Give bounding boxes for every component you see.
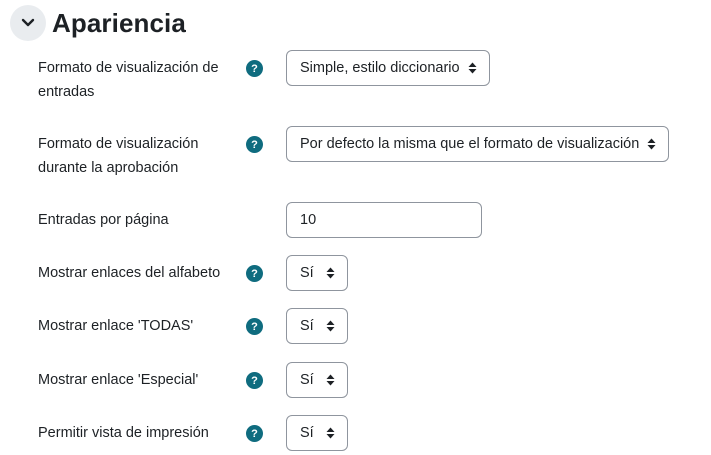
approval-format-select[interactable]: Por defecto la misma que el formato de v… — [286, 126, 669, 162]
approval-format-label-line2: durante la aprobación — [38, 160, 179, 176]
sort-arrows-icon — [326, 320, 335, 332]
help-icon-glyph: ? — [251, 138, 258, 151]
sort-arrows-icon — [326, 267, 335, 279]
special-link-value: Sí — [300, 372, 314, 388]
help-icon[interactable]: ? — [246, 425, 263, 442]
section-header: Apariencia — [10, 4, 186, 42]
special-link-label: Mostrar enlace 'Especial' — [38, 372, 199, 388]
sort-arrows-icon — [468, 62, 477, 74]
help-icon[interactable]: ? — [246, 60, 263, 77]
all-link-select[interactable]: Sí — [286, 308, 348, 344]
all-link-label: Mostrar enlace 'TODAS' — [38, 318, 194, 334]
display-format-select[interactable]: Simple, estilo diccionario — [286, 50, 490, 86]
help-icon[interactable]: ? — [246, 136, 263, 153]
alphabet-links-label: Mostrar enlaces del alfabeto — [38, 265, 221, 281]
chevron-down-icon — [21, 18, 35, 27]
display-format-label-line1: Formato de visualización de — [38, 60, 219, 76]
help-icon[interactable]: ? — [246, 265, 263, 282]
entries-per-page-value: 10 — [300, 212, 317, 228]
alphabet-links-select[interactable]: Sí — [286, 255, 348, 291]
help-icon-glyph: ? — [251, 62, 258, 75]
help-icon-glyph: ? — [251, 267, 258, 280]
help-icon[interactable]: ? — [246, 318, 263, 335]
print-view-select[interactable]: Sí — [286, 415, 348, 451]
entries-per-page-label: Entradas por página — [38, 212, 169, 228]
collapse-toggle[interactable] — [10, 5, 46, 41]
sort-arrows-icon — [326, 427, 335, 439]
approval-format-label-line1: Formato de visualización — [38, 136, 199, 152]
sort-arrows-icon — [647, 138, 656, 150]
all-link-value: Sí — [300, 318, 314, 334]
display-format-label-line2: entradas — [38, 84, 95, 100]
special-link-select[interactable]: Sí — [286, 362, 348, 398]
help-icon-glyph: ? — [251, 320, 258, 333]
display-format-value: Simple, estilo diccionario — [300, 60, 460, 76]
display-format-label: Formato de visualización de entradas — [38, 56, 219, 104]
entries-per-page-input[interactable]: 10 — [286, 202, 482, 238]
help-icon-glyph: ? — [251, 374, 258, 387]
approval-format-value: Por defecto la misma que el formato de v… — [300, 136, 640, 152]
print-view-label: Permitir vista de impresión — [38, 425, 209, 441]
approval-format-label: Formato de visualización durante la apro… — [38, 132, 198, 180]
help-icon[interactable]: ? — [246, 372, 263, 389]
sort-arrows-icon — [326, 374, 335, 386]
print-view-value: Sí — [300, 425, 314, 441]
alphabet-links-value: Sí — [300, 265, 314, 281]
section-title: Apariencia — [52, 7, 186, 38]
help-icon-glyph: ? — [251, 427, 258, 440]
